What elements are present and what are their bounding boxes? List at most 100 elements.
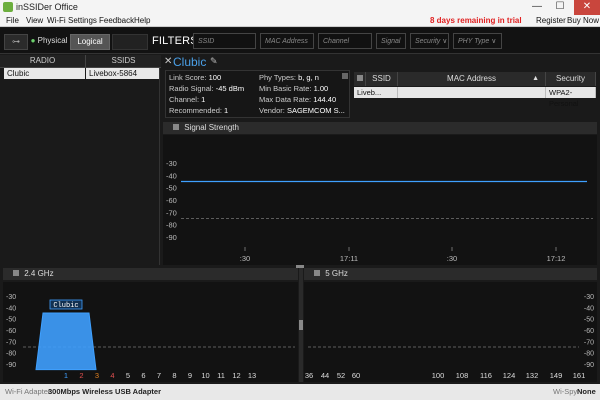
minimize-button[interactable]: — [527,0,547,15]
detail-max-data-rate: Max Data Rate: 144.40 [259,95,337,104]
trial-notice: 8 days remaining in trial [430,16,522,25]
ssids-row-cell[interactable]: Livebox-5864 [86,68,159,79]
y-tick-label: -70 [166,208,177,217]
filter-signal[interactable]: Signal [376,33,406,49]
x-tick-label: 17:11 [340,254,358,263]
filter-mac-address[interactable]: MAC Address [260,33,314,49]
channel-label: 132 [526,371,539,380]
ssids-column-header[interactable]: SSIDS [85,55,161,68]
radio-list-panel: RADIO SSIDS Clubic Livebox-5864 [0,55,161,265]
y-tick-label: -90 [6,362,16,369]
channel-label: 149 [550,371,563,380]
filter-phy-type-dropdown[interactable]: PHY Type ∨ [453,33,502,49]
window-title: inSSIDer Office [16,2,78,12]
detail-min-basic-rate: Min Basic Rate: 1.00 [259,84,329,93]
channel-label: 124 [503,371,516,380]
table-pin-icon[interactable] [354,72,366,86]
channel-label: 7 [157,371,161,380]
x-tick-label: 17:12 [547,254,566,263]
y-tick-label: -30 [6,294,16,301]
detail-link-score: Link Score: 100 [169,73,222,82]
close-button[interactable]: ✕ [574,0,600,15]
x-tick-label: :30 [447,254,457,263]
y-tick-label: -90 [166,233,177,242]
band-5ghz-header: 5 GHz [304,268,597,280]
band-5ghz-title: 5 GHz [325,269,348,278]
menu-view[interactable]: View [26,16,43,25]
channel-label: 3 [95,371,99,380]
maximize-button[interactable]: ☐ [550,0,570,15]
menu-register[interactable]: Register [536,16,566,25]
detail-channel: Channel: 1 [169,95,206,104]
channel-label: 12 [232,371,240,380]
channel-label: 8 [172,371,176,380]
menu-feedback[interactable]: Feedback [99,16,134,25]
y-tick-label: -60 [584,328,594,335]
menu-bar: File View Wi-Fi Settings Feedback Help 8… [0,15,600,27]
channel-label: 36 [305,371,313,380]
detail-pin-icon[interactable] [342,73,348,79]
detail-radio-signal: Radio Signal: -45 dBm [169,84,245,93]
adapter-value: 300Mbps Wireless USB Adapter [48,387,162,396]
y-tick-label: -80 [584,351,594,358]
detail-close-button[interactable]: ✕ [164,56,172,67]
panel-splitter[interactable] [299,268,303,382]
physical-view-button[interactable]: ● Physical [30,34,68,48]
channel-label: 44 [321,371,329,380]
view-toggle-button[interactable] [112,34,148,50]
mac-column-header[interactable]: MAC Address ▲ [398,72,546,86]
detail-recommended: Recommended: 1 [169,106,229,115]
panel-pin-icon[interactable] [173,124,179,130]
detail-phy-types: Phy Types: b, g, n [259,73,319,82]
channel-label: 1 [64,371,68,380]
ssid-column-header[interactable]: SSID [366,72,398,86]
filter-security-dropdown[interactable]: Security ∨ [410,33,449,49]
y-tick-label: -70 [6,339,16,346]
active-dot-icon: ● [30,36,36,45]
band-24ghz-title: 2.4 GHz [24,269,54,278]
radio-column-header[interactable]: RADIO [0,55,85,68]
network-row-ssid[interactable]: Liveb... [354,87,398,98]
network-table: SSID MAC Address ▲ Security Liveb... WPA2… [354,72,596,108]
wispy-label: Wi-Spy: [553,387,580,396]
y-tick-label: -70 [584,339,594,346]
horizontal-splitter-handle[interactable] [296,265,304,268]
security-column-header[interactable]: Security [546,72,596,86]
channel-label: 9 [188,371,192,380]
logical-view-button[interactable]: Logical [70,34,110,50]
network-row-mac[interactable] [398,87,546,98]
signal-strength-svg: -30 -40 -50 -60 -70 -80 -90:30 17:11:30 17:12 [166,159,593,263]
network-row-security[interactable]: WPA2-Personal [546,87,596,108]
menu-help[interactable]: Help [134,16,150,25]
menu-buy-now[interactable]: Buy Now [567,16,599,25]
sort-ascending-icon: ▲ [532,75,539,82]
channel-label: 2 [79,371,83,380]
panel-pin-icon[interactable] [13,270,19,276]
signal-strength-header: Signal Strength [163,122,597,134]
filter-channel[interactable]: Channel [318,33,372,49]
pencil-icon[interactable]: ✎ [210,56,218,67]
title-bar: inSSIDer Office — ☐ ✕ [0,0,600,15]
band-24ghz-svg: -30-40-50-60-70-80-90Clubic1 2 3 4 5 6 7 8 9 10 11… [6,294,295,380]
menu-file[interactable]: File [6,16,19,25]
channel-label: 108 [456,371,469,380]
radio-row-cell[interactable]: Clubic [4,68,85,79]
link-icon: ⊶ [12,37,20,46]
menu-wifi[interactable]: Wi-Fi [47,16,66,25]
y-tick-label: -50 [584,317,594,324]
channel-label: 60 [352,371,360,380]
y-tick-label: -50 [6,317,16,324]
network-label-text: Clubic [53,302,78,310]
filter-ssid[interactable]: SSID [193,33,256,49]
adapter-toggle-button[interactable]: ⊶ [4,34,28,50]
band-5ghz-svg: -30 -40 -50 -60 -70 -80 -90 36 44 52 60 100 108 116 12… [305,294,594,380]
panel-pin-icon[interactable] [314,270,320,276]
menu-settings[interactable]: Settings [68,16,97,25]
band-5ghz-chart: -30 -40 -50 -60 -70 -80 -90 36 44 52 60 100 108 116 12… [304,282,597,382]
splitter-handle[interactable] [299,320,303,330]
channel-label: 11 [217,371,225,380]
x-tick-label: :30 [240,254,250,263]
channel-label: 100 [432,371,445,380]
y-tick-label: -40 [584,305,594,312]
signal-strength-title: Signal Strength [184,123,239,132]
